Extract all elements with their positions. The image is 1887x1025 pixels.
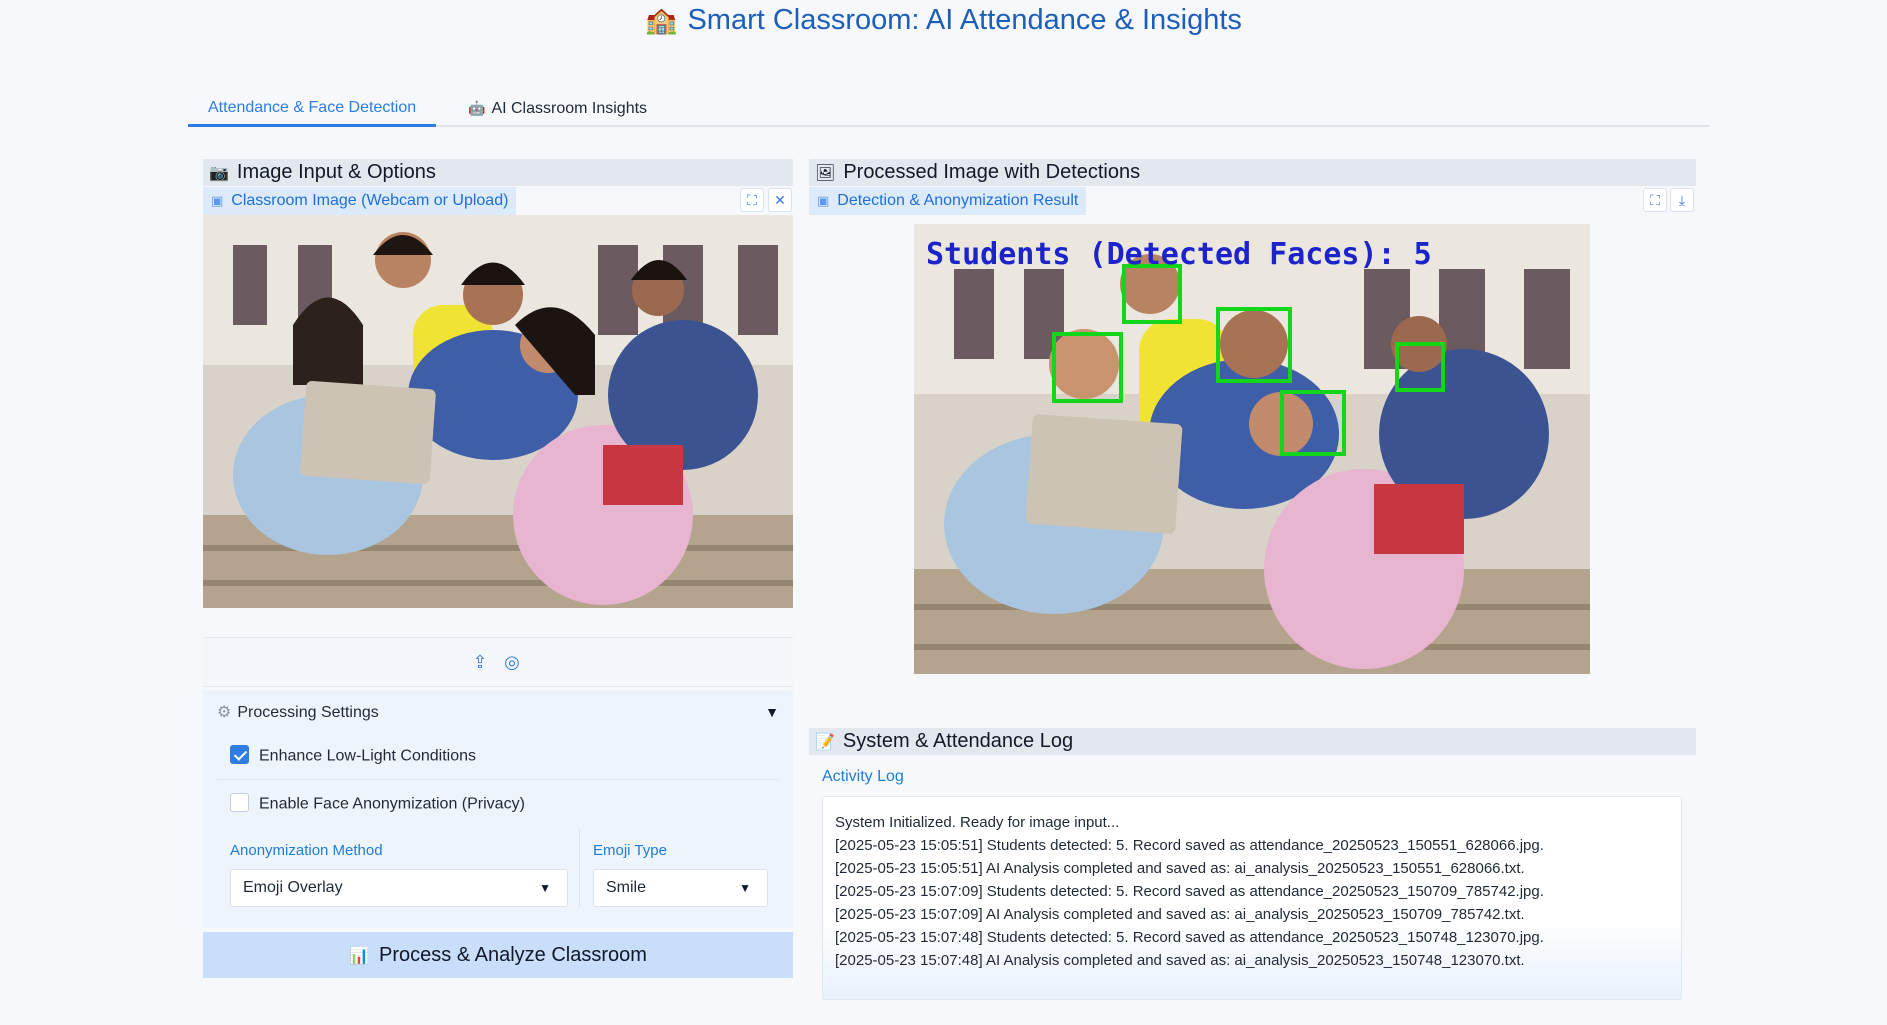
- log-line: [2025-05-23 15:07:09] AI Analysis comple…: [835, 906, 1525, 923]
- anonymization-checkbox[interactable]: [230, 793, 249, 812]
- log-title: System & Attendance Log: [842, 730, 1074, 752]
- school-icon: 🏫: [645, 5, 678, 35]
- robot-icon: 🤖: [468, 100, 486, 116]
- app-title: 🏫 Smart Classroom: AI Attendance & Insigh…: [0, 4, 1887, 37]
- bar-chart-icon: 📊: [349, 948, 370, 965]
- tab-ai-insights[interactable]: 🤖 AI Classroom Insights: [448, 98, 667, 127]
- anonymization-method-select[interactable]: Emoji Overlay ▼: [230, 869, 568, 907]
- process-analyze-label: Process & Analyze Classroom: [379, 944, 647, 966]
- tab-ai-insights-label: AI Classroom Insights: [491, 100, 648, 117]
- camera-icon: 📷: [209, 165, 229, 182]
- process-analyze-button[interactable]: 📊 Process & Analyze Classroom: [203, 932, 793, 978]
- image-icon: ▣: [211, 193, 224, 208]
- divider: [217, 779, 779, 780]
- fullscreen-icon[interactable]: ⛶: [740, 188, 764, 212]
- classroom-input-image: [203, 215, 793, 608]
- picture-icon: 🖼: [815, 165, 836, 182]
- download-icon[interactable]: ⤓: [1670, 188, 1694, 212]
- anonymization-method-label: Anonymization Method: [230, 842, 383, 859]
- memo-icon: 📝: [815, 734, 835, 751]
- activity-log-textbox[interactable]: System Initialized. Ready for image inpu…: [822, 796, 1682, 1000]
- dropdown-arrow-icon: ▼: [539, 881, 551, 895]
- tab-attendance-label: Attendance & Face Detection: [208, 99, 417, 116]
- image-icon: ▣: [817, 193, 830, 208]
- dropdown-arrow-icon: ▼: [739, 881, 751, 895]
- result-label-badge: ▣ Detection & Anonymization Result: [809, 187, 1087, 215]
- log-line: [2025-05-23 15:07:48] AI Analysis comple…: [835, 952, 1525, 969]
- emoji-type-value: Smile: [606, 879, 647, 896]
- upload-source-row: ⇪ ◎: [203, 637, 793, 687]
- log-header: 📝 System & Attendance Log: [809, 728, 1696, 755]
- log-line: [2025-05-23 15:05:51] Students detected:…: [835, 837, 1544, 854]
- log-line: [2025-05-23 15:07:48] Students detected:…: [835, 929, 1544, 946]
- fullscreen-icon[interactable]: ⛶: [1643, 188, 1667, 212]
- anonymization-method-value: Emoji Overlay: [243, 879, 343, 896]
- app-title-text: Smart Classroom: AI Attendance & Insight…: [687, 4, 1242, 36]
- gear-icon: ⚙: [217, 704, 232, 721]
- emoji-type-label: Emoji Type: [593, 842, 667, 859]
- log-line: System Initialized. Ready for image inpu…: [835, 814, 1120, 831]
- result-label-text: Detection & Anonymization Result: [837, 192, 1079, 209]
- tab-bar: Attendance & Face Detection 🤖 AI Classroo…: [188, 92, 1710, 127]
- tab-attendance[interactable]: Attendance & Face Detection: [188, 98, 437, 127]
- detected-faces-overlay-text: Students (Detected Faces): 5: [926, 237, 1432, 272]
- processed-image-title: Processed Image with Detections: [843, 161, 1141, 183]
- anonymization-label: Enable Face Anonymization (Privacy): [259, 795, 525, 813]
- image-input-header: 📷 Image Input & Options: [203, 159, 793, 186]
- log-line: [2025-05-23 15:05:51] AI Analysis comple…: [835, 860, 1525, 877]
- anonymization-row[interactable]: Enable Face Anonymization (Privacy): [230, 793, 525, 814]
- enhance-lowlight-label: Enhance Low-Light Conditions: [259, 747, 477, 765]
- upload-icon[interactable]: ⇪: [469, 651, 491, 673]
- enhance-lowlight-row[interactable]: Enhance Low-Light Conditions: [230, 745, 477, 766]
- image-label-text: Classroom Image (Webcam or Upload): [231, 192, 509, 209]
- processing-settings-accordion: ⚙ Processing Settings ▼ Enhance Low-Light…: [203, 690, 793, 928]
- divider: [579, 828, 580, 908]
- log-line: [2025-05-23 15:07:09] Students detected:…: [835, 883, 1544, 900]
- enhance-lowlight-checkbox[interactable]: [230, 745, 249, 764]
- webcam-icon[interactable]: ◎: [501, 651, 523, 673]
- processing-settings-title: Processing Settings: [237, 704, 379, 721]
- processing-settings-toggle[interactable]: ⚙ Processing Settings: [217, 702, 379, 722]
- activity-log-label: Activity Log: [822, 768, 904, 785]
- emoji-type-select[interactable]: Smile ▼: [593, 869, 768, 907]
- close-icon[interactable]: ✕: [768, 188, 792, 212]
- image-input-title: Image Input & Options: [236, 161, 436, 183]
- processed-result-image: Students (Detected Faces): 5: [914, 224, 1590, 674]
- processed-image-header: 🖼 Processed Image with Detections: [809, 159, 1696, 186]
- image-label-badge: ▣ Classroom Image (Webcam or Upload): [203, 187, 517, 215]
- chevron-down-icon[interactable]: ▼: [765, 704, 779, 720]
